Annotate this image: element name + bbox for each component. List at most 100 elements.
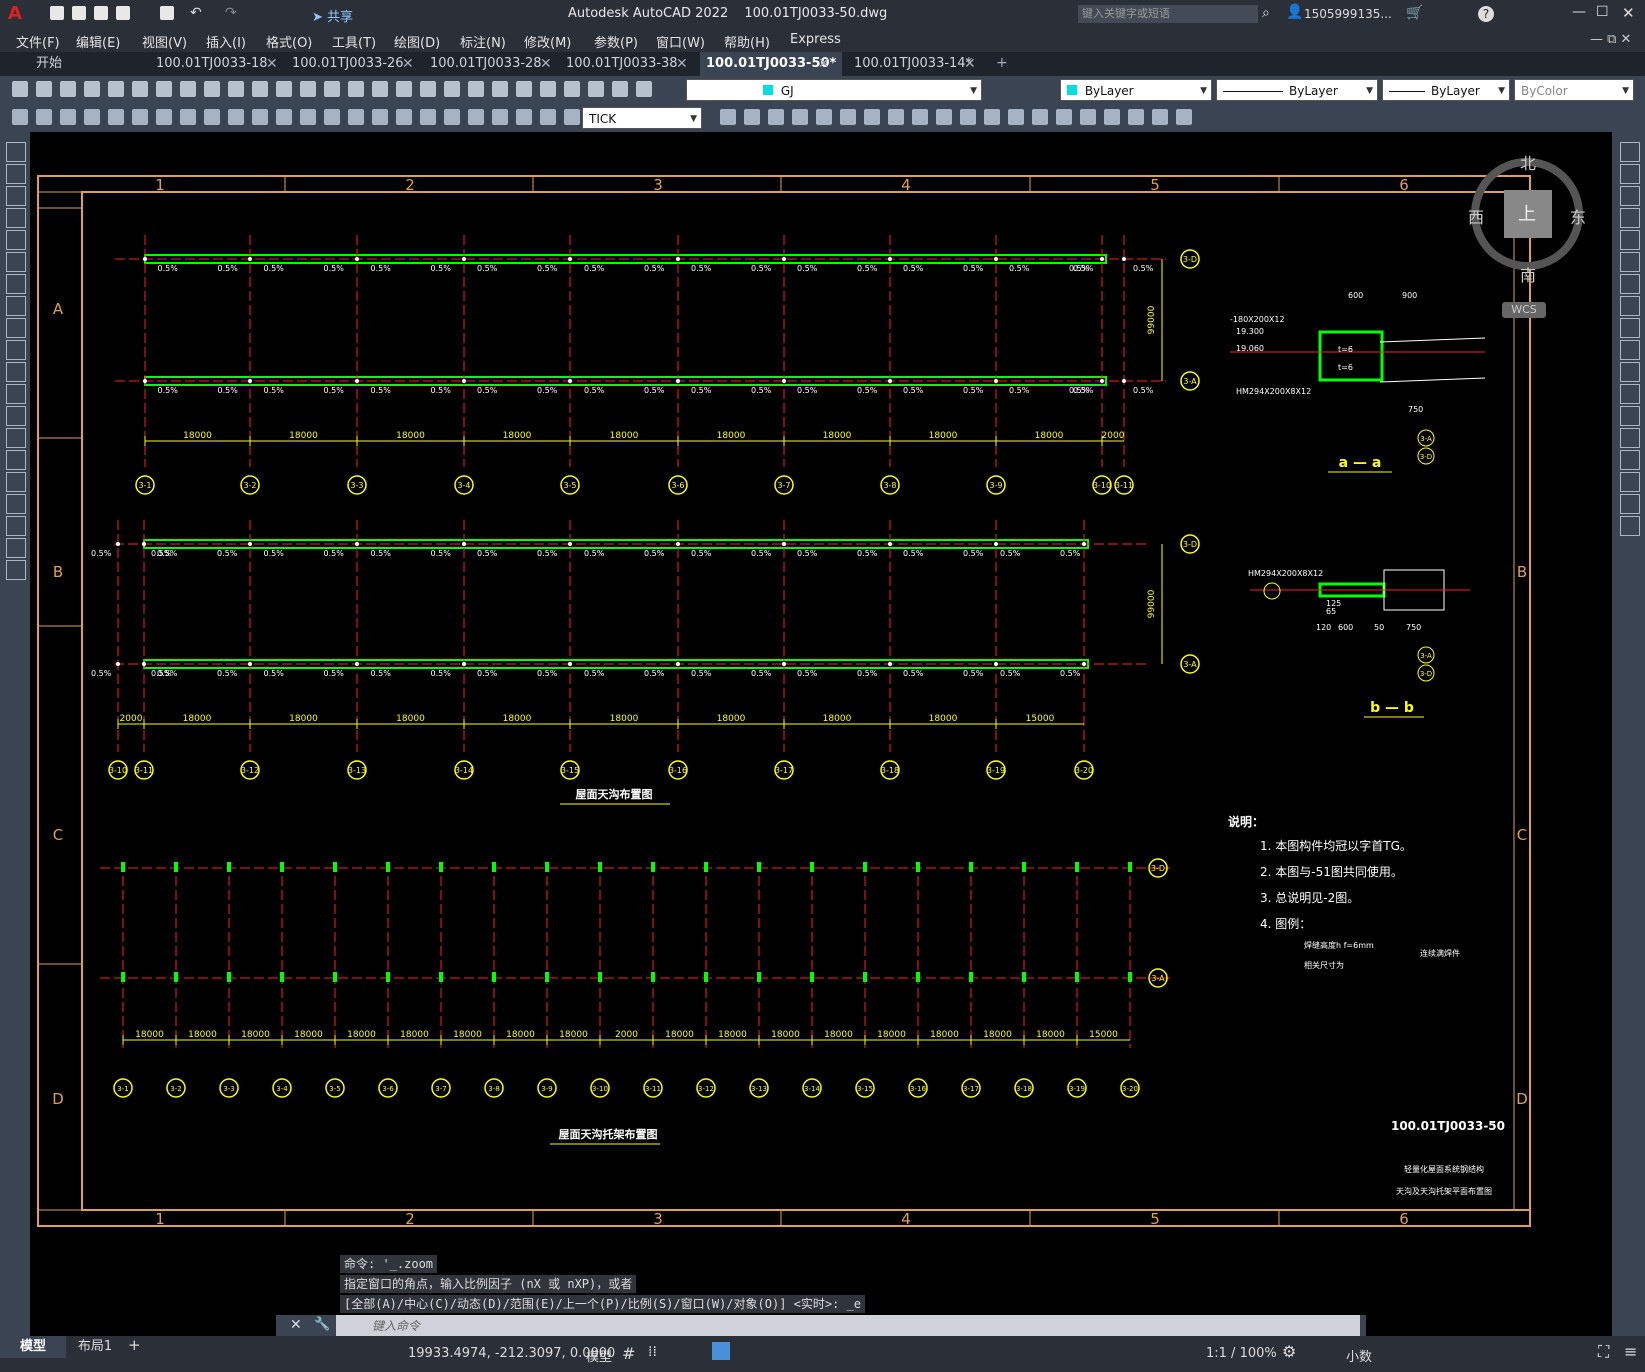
ortho-icon[interactable] <box>712 1342 730 1360</box>
menu-item-4[interactable]: 格式(O) <box>266 32 312 51</box>
new-tab-icon[interactable]: + <box>996 55 1008 71</box>
tb2-tool-icon[interactable] <box>960 109 976 125</box>
draw-tool-icon[interactable] <box>6 252 26 272</box>
tb2-tool-icon[interactable] <box>816 109 832 125</box>
tab-0[interactable]: 开始 <box>30 52 68 76</box>
draw-tool-icon[interactable] <box>6 494 26 514</box>
tb2-tool-icon[interactable] <box>252 109 268 125</box>
tb2-tool-icon[interactable] <box>936 109 952 125</box>
tb2-tool-icon[interactable] <box>420 109 436 125</box>
units-dropdown[interactable]: 小数 <box>1346 1346 1372 1365</box>
tb2-tool-icon[interactable] <box>720 109 736 125</box>
modify-tool-icon[interactable] <box>1620 406 1640 426</box>
tb1-tool-icon[interactable] <box>252 81 268 97</box>
search-icon[interactable]: ⌕ <box>1262 5 1270 21</box>
tb1-tool-icon[interactable] <box>492 81 508 97</box>
modify-tool-icon[interactable] <box>1620 274 1640 294</box>
modify-tool-icon[interactable] <box>1620 164 1640 184</box>
menu-item-1[interactable]: 编辑(E) <box>76 32 120 51</box>
tb1-tool-icon[interactable] <box>108 81 124 97</box>
grid-icon[interactable]: # <box>622 1344 635 1363</box>
tb2-tool-icon[interactable] <box>444 109 460 125</box>
viewcube-east[interactable]: 东 <box>1570 204 1586 228</box>
viewcube[interactable]: 北 南 西 东 上 <box>1468 150 1586 285</box>
draw-tool-icon[interactable] <box>6 296 26 316</box>
draw-tool-icon[interactable] <box>6 208 26 228</box>
tb1-tool-icon[interactable] <box>228 81 244 97</box>
tb2-tool-icon[interactable] <box>912 109 928 125</box>
layout-tab[interactable]: 布局1 <box>66 1336 124 1358</box>
tb2-tool-icon[interactable] <box>156 109 172 125</box>
draw-tool-icon[interactable] <box>6 450 26 470</box>
add-layout-icon[interactable]: + <box>128 1336 141 1354</box>
linetype-dropdown[interactable]: ByLayer ▼ <box>1216 79 1378 101</box>
modify-tool-icon[interactable] <box>1620 142 1640 162</box>
draw-tool-icon[interactable] <box>6 516 26 536</box>
draw-tool-icon[interactable] <box>6 142 26 162</box>
menu-item-12[interactable]: Express <box>790 32 841 47</box>
wcs-button[interactable]: WCS <box>1502 302 1546 318</box>
dimstyle-dropdown[interactable]: TICK ▼ <box>582 107 702 129</box>
modify-tool-icon[interactable] <box>1620 252 1640 272</box>
close-tab-icon[interactable]: ✕ <box>964 56 976 72</box>
tb1-tool-icon[interactable] <box>348 81 364 97</box>
tb1-tool-icon[interactable] <box>84 81 100 97</box>
tb2-tool-icon[interactable] <box>60 109 76 125</box>
tab-4[interactable]: 100.01TJ0033-38 <box>560 52 684 76</box>
viewcube-north[interactable]: 北 <box>1520 150 1536 174</box>
tb1-tool-icon[interactable] <box>60 81 76 97</box>
tb2-tool-icon[interactable] <box>492 109 508 125</box>
tab-6[interactable]: 100.01TJ0033-14* <box>848 52 978 76</box>
modify-tool-icon[interactable] <box>1620 230 1640 250</box>
tb2-tool-icon[interactable] <box>1032 109 1048 125</box>
viewcube-south[interactable]: 南 <box>1520 262 1536 286</box>
tb2-tool-icon[interactable] <box>540 109 556 125</box>
tb2-tool-icon[interactable] <box>1008 109 1024 125</box>
tb2-tool-icon[interactable] <box>84 109 100 125</box>
draw-tool-icon[interactable] <box>6 384 26 404</box>
modify-tool-icon[interactable] <box>1620 208 1640 228</box>
modify-tool-icon[interactable] <box>1620 318 1640 338</box>
modify-tool-icon[interactable] <box>1620 384 1640 404</box>
tb1-tool-icon[interactable] <box>444 81 460 97</box>
model-tab[interactable]: 模型 <box>0 1336 66 1358</box>
modify-tool-icon[interactable] <box>1620 296 1640 316</box>
tb1-tool-icon[interactable] <box>12 81 28 97</box>
share-button[interactable]: ➤ 共享 <box>312 6 353 25</box>
tb1-tool-icon[interactable] <box>300 81 316 97</box>
close-tab-icon[interactable]: ✕ <box>818 56 830 72</box>
tab-3[interactable]: 100.01TJ0033-28 <box>424 52 548 76</box>
draw-tool-icon[interactable] <box>6 560 26 580</box>
tb2-tool-icon[interactable] <box>744 109 760 125</box>
tb2-tool-icon[interactable] <box>12 109 28 125</box>
draw-tool-icon[interactable] <box>6 406 26 426</box>
help-icon[interactable]: ? <box>1478 6 1494 22</box>
customize-command-icon[interactable]: 🔧 <box>314 1317 330 1332</box>
menu-item-2[interactable]: 视图(V) <box>142 32 187 51</box>
tb1-tool-icon[interactable] <box>156 81 172 97</box>
user-name[interactable]: 1505999135... <box>1304 7 1392 21</box>
restore-doc-icons[interactable]: — ⧉ ✕ <box>1590 32 1631 47</box>
menu-item-10[interactable]: 窗口(W) <box>656 32 705 51</box>
tb2-tool-icon[interactable] <box>984 109 1000 125</box>
cart-icon[interactable]: 🛒 <box>1406 5 1423 21</box>
tb1-tool-icon[interactable] <box>36 81 52 97</box>
modify-tool-icon[interactable] <box>1620 516 1640 536</box>
drawing-canvas[interactable]: 112233445566AABBCCDD0.5%0.5%0.5%0.5%0.5%… <box>30 132 1612 1336</box>
modify-tool-icon[interactable] <box>1620 340 1640 360</box>
viewcube-west[interactable]: 西 <box>1468 204 1484 228</box>
tb1-tool-icon[interactable] <box>276 81 292 97</box>
menu-item-0[interactable]: 文件(F) <box>16 32 60 51</box>
tb2-tool-icon[interactable] <box>108 109 124 125</box>
draw-tool-icon[interactable] <box>6 538 26 558</box>
maximize-button[interactable]: ☐ <box>1596 4 1609 20</box>
menu-item-9[interactable]: 参数(P) <box>594 32 638 51</box>
menu-item-5[interactable]: 工具(T) <box>332 32 376 51</box>
close-tab-icon[interactable]: ✕ <box>676 56 688 72</box>
tb2-tool-icon[interactable] <box>228 109 244 125</box>
close-tab-icon[interactable]: ✕ <box>540 56 552 72</box>
annotation-scale[interactable]: 1:1 / 100% <box>1206 1346 1277 1361</box>
tb1-tool-icon[interactable] <box>132 81 148 97</box>
tb2-tool-icon[interactable] <box>396 109 412 125</box>
save-icon[interactable] <box>94 6 108 20</box>
